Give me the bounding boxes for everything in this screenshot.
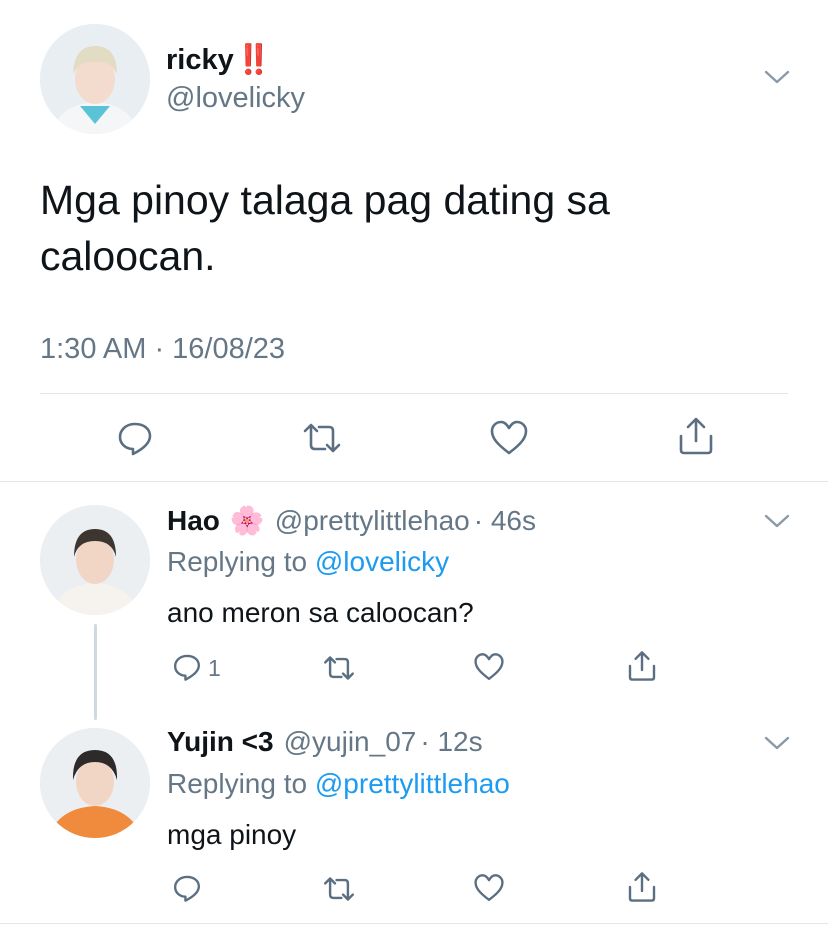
- retweet-icon[interactable]: [322, 654, 356, 682]
- avatar-ricky[interactable]: [40, 24, 150, 134]
- author-handle[interactable]: @lovelicky: [166, 82, 305, 115]
- author-name[interactable]: ricky: [166, 44, 234, 77]
- replying-to-handle[interactable]: @prettylittlehao: [315, 768, 510, 799]
- reply-icon[interactable]: [172, 652, 202, 682]
- retweet-icon[interactable]: [322, 875, 356, 903]
- reply-author-handle[interactable]: @yujin_07: [284, 726, 417, 758]
- replying-to-handle[interactable]: @lovelicky: [315, 546, 449, 577]
- reply-author-handle[interactable]: @prettylittlehao: [275, 505, 470, 537]
- replying-to: Replying to @lovelicky: [167, 546, 449, 578]
- heart-icon[interactable]: [473, 652, 505, 682]
- share-icon[interactable]: [626, 871, 658, 903]
- reply-icon[interactable]: [172, 873, 202, 903]
- reply-time[interactable]: · 12s: [420, 726, 482, 758]
- thread-connector: [94, 624, 97, 720]
- chevron-down-icon[interactable]: [764, 68, 790, 86]
- share-icon[interactable]: [676, 416, 716, 456]
- divider: [0, 923, 828, 924]
- replying-to-prefix: Replying to: [167, 546, 308, 577]
- cherry-blossom-emoji: 🌸: [229, 505, 265, 536]
- replying-to: Replying to @prettylittlehao: [167, 768, 510, 800]
- double-exclamation-emoji: ‼️: [235, 44, 272, 76]
- heart-icon[interactable]: [473, 873, 505, 903]
- chevron-down-icon[interactable]: [764, 734, 790, 752]
- tweet-text-line: caloocan.: [40, 233, 216, 279]
- tweet-text-line: Mga pinoy talaga pag dating sa: [40, 177, 610, 223]
- replying-to-prefix: Replying to: [167, 768, 308, 799]
- divider: [0, 481, 828, 482]
- author-name-row: ricky ‼️: [166, 42, 272, 78]
- tweet-timestamp[interactable]: 1:30 AM · 16/08/23: [40, 333, 285, 366]
- avatar-yujin[interactable]: [40, 728, 150, 838]
- reply-author-name[interactable]: Hao: [167, 505, 220, 537]
- heart-icon[interactable]: [489, 419, 529, 457]
- chevron-down-icon[interactable]: [764, 512, 790, 530]
- reply-icon[interactable]: [116, 419, 154, 457]
- retweet-icon[interactable]: [301, 421, 343, 455]
- divider: [40, 393, 788, 394]
- tweet-text: Mga pinoy talaga pag dating sa caloocan.: [40, 172, 610, 284]
- reply-text: mga pinoy: [167, 819, 297, 850]
- reply-time[interactable]: · 46s: [474, 505, 536, 537]
- reply-header: Hao 🌸 @prettylittlehao · 46s: [167, 504, 536, 537]
- share-icon[interactable]: [626, 650, 658, 682]
- reply-text: ano meron sa caloocan?: [167, 597, 474, 628]
- reply-count: 1: [208, 655, 221, 681]
- reply-header: Yujin <3 @yujin_07 · 12s: [167, 726, 483, 758]
- avatar-hao[interactable]: [40, 505, 150, 615]
- reply-author-name[interactable]: Yujin <3: [167, 726, 274, 758]
